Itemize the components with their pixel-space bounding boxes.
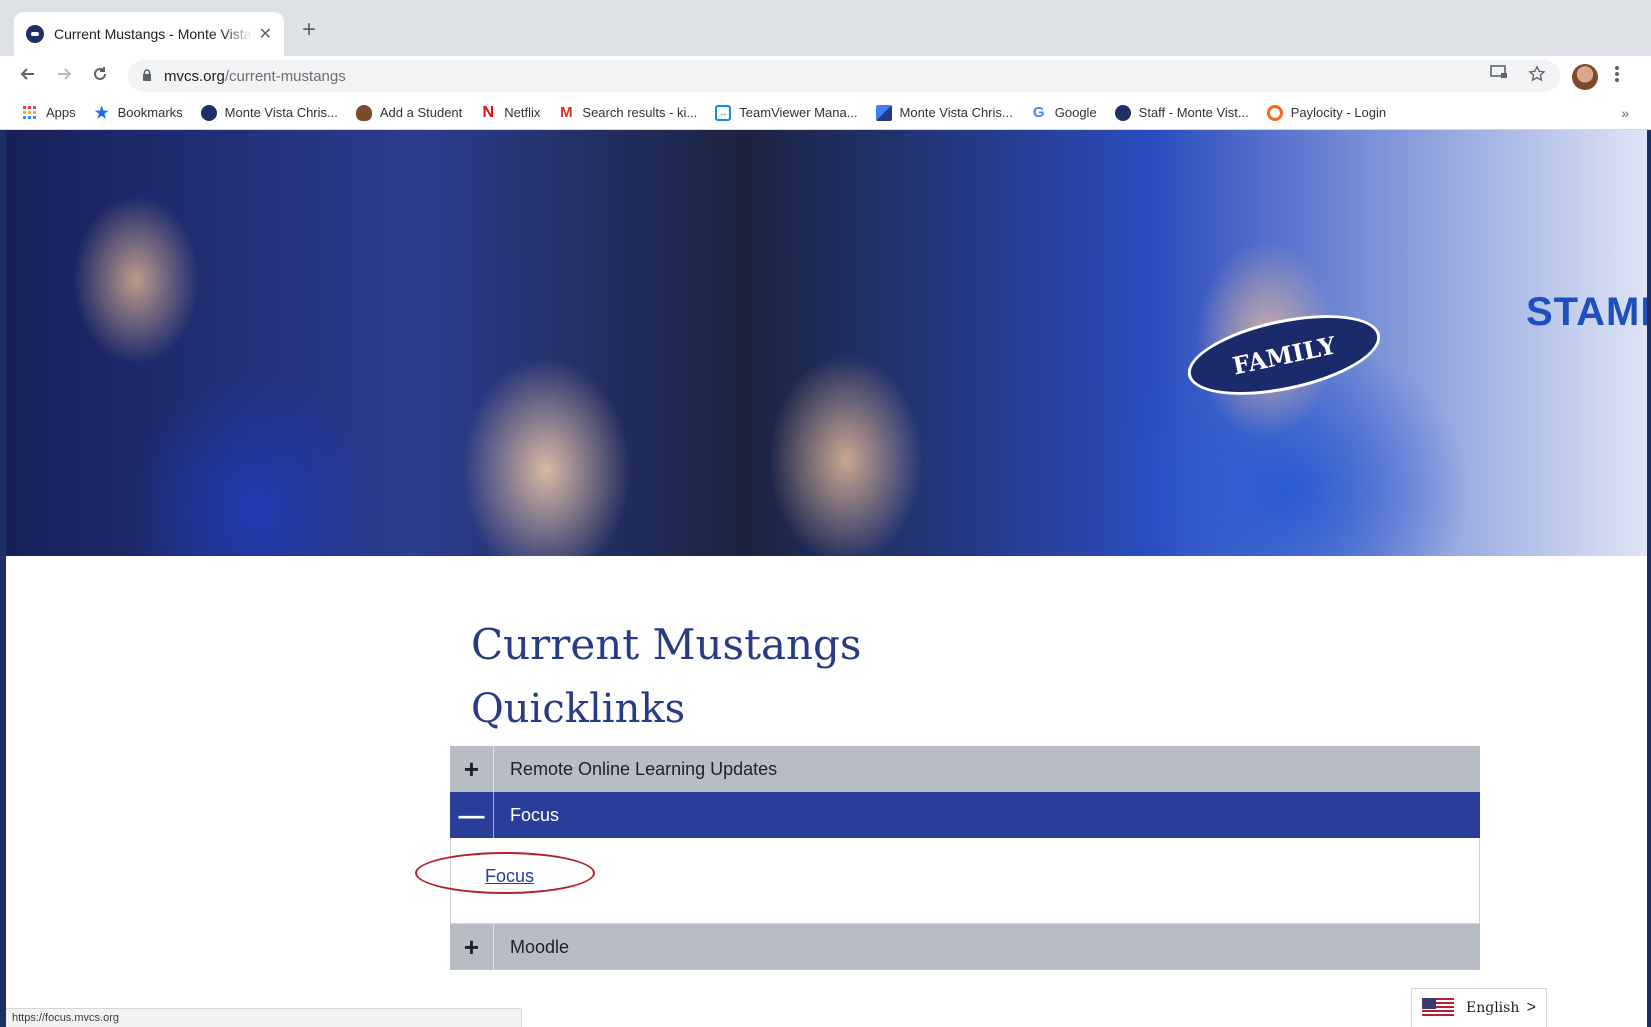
- us-flag-icon: [1422, 998, 1454, 1018]
- bookmark-label: Search results - ki...: [582, 105, 698, 120]
- bookmark-label: Staff - Monte Vist...: [1138, 105, 1249, 120]
- bookmarks-bar: Apps ★ Bookmarks Monte Vista Chris... Ad…: [0, 96, 1651, 130]
- minus-icon: —: [450, 792, 494, 838]
- bookmark-label: Google: [1054, 105, 1097, 120]
- forward-button[interactable]: [52, 64, 76, 88]
- accordion-header[interactable]: — Focus: [450, 792, 1480, 838]
- link-status-bar: https://focus.mvcs.org: [6, 1008, 522, 1027]
- bookmark-teamviewer[interactable]: ↔ TeamViewer Mana...: [715, 104, 858, 121]
- bookmark-bookmarks[interactable]: ★ Bookmarks: [94, 104, 183, 122]
- bookmark-label: Bookmarks: [117, 105, 183, 120]
- student-icon: [355, 104, 372, 121]
- tab-strip: Current Mustangs - Monte Vista ✕ +: [0, 0, 1651, 56]
- mvcs-icon: [200, 104, 217, 121]
- bookmark-label: Paylocity - Login: [1290, 105, 1387, 120]
- bookmark-star-icon[interactable]: [1528, 64, 1546, 88]
- stamp-print: STAMP: [1526, 290, 1647, 334]
- cast-icon[interactable]: [1490, 64, 1508, 88]
- browser-tab[interactable]: Current Mustangs - Monte Vista ✕: [14, 12, 284, 56]
- bookmark-staff[interactable]: Staff - Monte Vist...: [1114, 104, 1249, 121]
- web-page: FAMILY STAMP Current Mustangs Quicklinks…: [6, 130, 1647, 1027]
- accordion-panel: Focus: [415, 838, 1480, 924]
- focus-link[interactable]: Focus: [485, 866, 534, 887]
- browser-toolbar: mvcs.org/current-mustangs: [0, 56, 1651, 96]
- reload-button[interactable]: [88, 64, 112, 88]
- apps-grid-icon: [22, 105, 38, 121]
- bookmark-label: Add a Student: [379, 105, 463, 120]
- gmail-icon: M: [560, 104, 573, 121]
- lock-icon: [142, 68, 152, 84]
- language-selector[interactable]: English >: [1411, 988, 1547, 1027]
- url-host: mvcs.org: [164, 67, 225, 85]
- puzzle-icon: [875, 104, 892, 121]
- star-icon: ★: [94, 104, 109, 122]
- bookmark-gmail[interactable]: M Search results - ki...: [558, 104, 698, 121]
- bookmark-apps[interactable]: Apps: [22, 105, 76, 121]
- mvcs-favicon-icon: [26, 25, 44, 43]
- bookmark-netflix[interactable]: N Netflix: [480, 103, 541, 121]
- bookmark-label: Apps: [46, 105, 76, 120]
- arrow-left-icon: [20, 68, 34, 80]
- bookmark-label: Monte Vista Chris...: [899, 105, 1013, 120]
- browser-menu-icon[interactable]: [1614, 64, 1620, 90]
- paylocity-icon: [1266, 104, 1283, 121]
- accordion-header[interactable]: + Remote Online Learning Updates: [450, 746, 1480, 792]
- new-tab-button[interactable]: +: [302, 18, 316, 42]
- arrow-right-icon: [58, 68, 72, 80]
- plus-icon: +: [450, 924, 494, 970]
- accordion-label: Moodle: [510, 936, 570, 957]
- bookmark-label: TeamViewer Mana...: [739, 105, 858, 120]
- bookmark-add-student[interactable]: Add a Student: [355, 104, 463, 121]
- tab-title: Current Mustangs - Monte Vista: [54, 26, 252, 42]
- page-title: Current Mustangs: [471, 620, 862, 669]
- accordion-header[interactable]: + Moodle: [450, 924, 1480, 970]
- accordion-item-moodle: + Moodle: [450, 924, 1480, 970]
- bookmark-monte-vista-1[interactable]: Monte Vista Chris...: [200, 104, 338, 121]
- mvcs-icon: [1114, 104, 1131, 121]
- address-bar[interactable]: mvcs.org/current-mustangs: [128, 60, 1560, 92]
- google-icon: G: [1032, 104, 1045, 121]
- bookmark-label: Monte Vista Chris...: [224, 105, 338, 120]
- profile-avatar[interactable]: [1572, 64, 1598, 90]
- accordion-item-focus: — Focus Focus: [415, 792, 1480, 924]
- plus-icon: +: [450, 746, 494, 792]
- back-button[interactable]: [16, 64, 40, 88]
- close-tab-icon[interactable]: ✕: [259, 24, 272, 44]
- accordion-label: Remote Online Learning Updates: [510, 758, 778, 779]
- teamviewer-icon: ↔: [715, 104, 732, 121]
- chevron-right-icon: >: [1526, 999, 1536, 1016]
- bookmark-monte-vista-2[interactable]: Monte Vista Chris...: [875, 104, 1013, 121]
- bookmarks-overflow-icon[interactable]: »: [1621, 105, 1629, 121]
- section-title: Quicklinks: [471, 686, 686, 732]
- netflix-icon: N: [482, 103, 495, 121]
- bookmark-google[interactable]: G Google: [1031, 104, 1097, 121]
- accordion-label: Focus: [510, 804, 560, 825]
- bookmark-label: Netflix: [504, 105, 541, 120]
- url-path: /current-mustangs: [224, 67, 346, 85]
- bookmark-paylocity[interactable]: Paylocity - Login: [1266, 104, 1387, 121]
- accordion-item-remote-learning: + Remote Online Learning Updates: [450, 746, 1480, 792]
- hero-photo: FAMILY STAMP: [6, 130, 1647, 556]
- language-label: English: [1466, 1000, 1520, 1016]
- reload-icon: [94, 67, 106, 80]
- shirt-print: FAMILY: [1180, 300, 1388, 410]
